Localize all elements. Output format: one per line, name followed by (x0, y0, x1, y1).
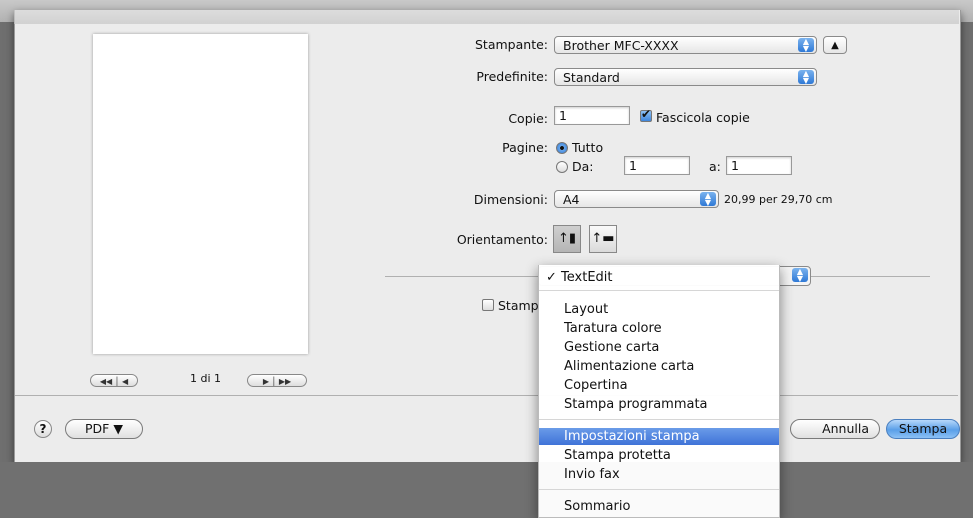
menu-item-print-settings[interactable]: Impostazioni stampa (539, 428, 779, 445)
question-icon: ? (39, 422, 47, 436)
footer-separator (15, 395, 958, 396)
cancel-button[interactable]: Annulla (790, 419, 880, 439)
landscape-orientation-icon: ↑▬ (591, 231, 615, 246)
pages-all-label: Tutto (572, 140, 604, 155)
pages-label: Pagine: (502, 140, 548, 155)
menu-item-summary[interactable]: Sommario (539, 498, 779, 515)
copies-label: Copie: (508, 111, 548, 126)
orientation-label: Orientamento: (456, 232, 548, 247)
menu-item-scheduler[interactable]: Stampa programmata (539, 396, 779, 413)
collapse-details-button[interactable]: ▲ (823, 36, 847, 54)
next-page-button[interactable]: ▶ │ ▶▶ (247, 374, 307, 387)
layout-option-label: Stamp (498, 298, 539, 313)
presets-label: Predefinite: (476, 69, 548, 84)
menu-item-paper-feed[interactable]: Alimentazione carta (539, 358, 779, 375)
menu-item-send-fax[interactable]: Invio fax (539, 466, 779, 483)
menu-separator (539, 290, 779, 291)
updown-arrows-icon: ▲ ▼ (792, 268, 808, 283)
print-button[interactable]: Stampa (886, 419, 960, 439)
menu-separator (539, 419, 779, 420)
menu-item-secure-print[interactable]: Stampa protetta (539, 447, 779, 464)
help-button[interactable]: ? (34, 420, 52, 438)
collate-label: Fascicola copie (656, 110, 750, 125)
document-background (0, 462, 973, 517)
layout-option-checkbox[interactable] (482, 299, 494, 311)
pages-to-input[interactable]: 1 (726, 156, 792, 175)
pages-all-radio[interactable] (556, 142, 568, 154)
presets-value: Standard (563, 70, 620, 85)
paper-size-popup[interactable]: A4 ▲ ▼ (554, 190, 719, 208)
paper-size-dimensions: 20,99 per 29,70 cm (724, 193, 833, 206)
updown-arrows-icon: ▲ ▼ (798, 38, 814, 53)
page-preview (93, 34, 308, 354)
menu-separator (539, 489, 779, 490)
ruler-strip (14, 10, 959, 24)
first-page-button[interactable]: ◀◀ │ ◀ (90, 374, 138, 387)
page-indicator: 1 di 1 (190, 372, 222, 385)
paper-size-value: A4 (563, 192, 580, 207)
menu-item-textedit[interactable]: ✓ TextEdit (539, 269, 779, 286)
presets-popup[interactable]: Standard ▲ ▼ (554, 68, 817, 86)
updown-arrows-icon: ▲ ▼ (700, 192, 716, 207)
menu-item-cover-page[interactable]: Copertina (539, 377, 779, 394)
triangle-up-icon: ▲ (831, 40, 839, 51)
pages-to-label: a: (709, 159, 721, 174)
menu-item-color-matching[interactable]: Taratura colore (539, 320, 779, 337)
printer-popup[interactable]: Brother MFC-XXXX ▲ ▼ (554, 36, 817, 54)
printer-value: Brother MFC-XXXX (563, 38, 679, 53)
portrait-orientation-button[interactable]: ↑▮ (553, 225, 581, 253)
collate-checkbox[interactable] (640, 107, 652, 122)
section-separator (385, 276, 540, 277)
updown-arrows-icon: ▲ ▼ (798, 70, 814, 85)
pdf-menu-button[interactable]: PDF ▼ (65, 419, 143, 439)
pages-from-label: Da: (572, 159, 594, 174)
printer-label: Stampante: (475, 37, 548, 52)
options-dropdown-menu: ✓ TextEdit Layout Taratura colore Gestio… (538, 265, 780, 518)
landscape-orientation-button[interactable]: ↑▬ (589, 225, 617, 253)
menu-item-layout[interactable]: Layout (539, 301, 779, 318)
menu-item-paper-handling[interactable]: Gestione carta (539, 339, 779, 356)
pages-range-radio[interactable] (556, 161, 568, 173)
copies-input[interactable]: 1 (554, 106, 630, 125)
portrait-orientation-icon: ↑▮ (557, 231, 577, 246)
paper-size-label: Dimensioni: (473, 192, 548, 207)
pages-from-input[interactable]: 1 (624, 156, 690, 175)
menu-item-label: TextEdit (561, 270, 613, 285)
